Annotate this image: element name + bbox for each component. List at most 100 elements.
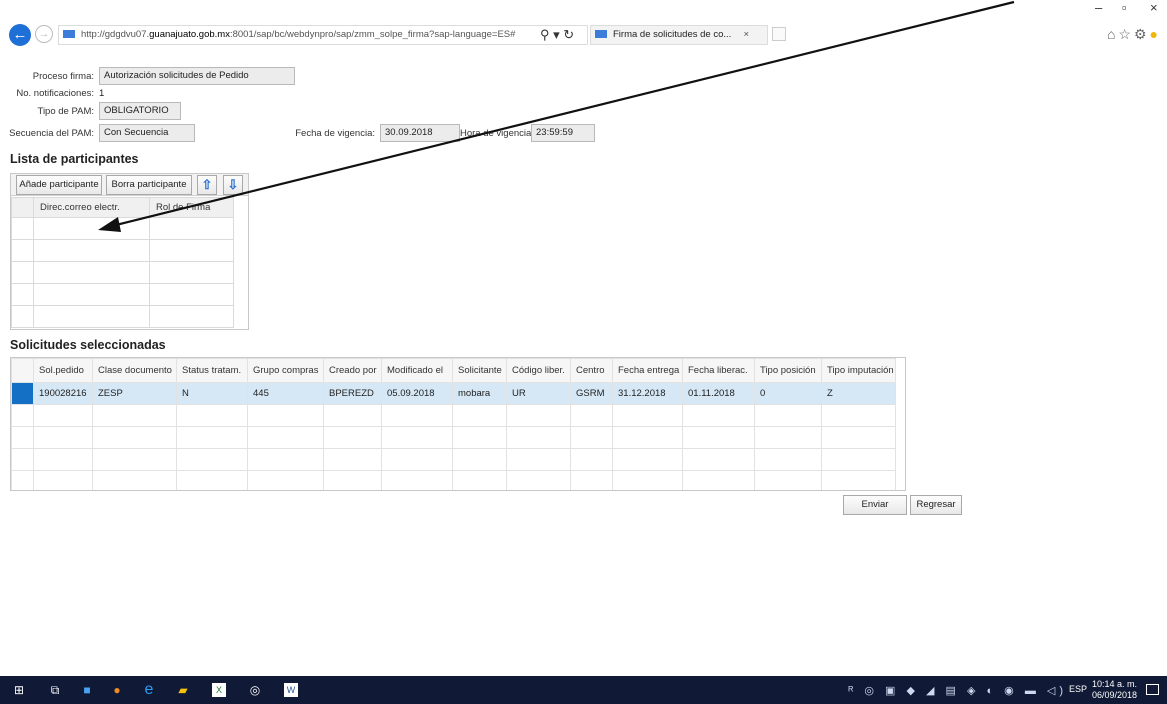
notifications-icon[interactable] bbox=[1146, 684, 1159, 695]
browser-chrome: ← → http://gdgdvu07.guanajuato.gob.mx:80… bbox=[0, 0, 1167, 58]
table-cell: UR bbox=[506, 382, 571, 405]
chrome-like-icon[interactable]: ◎ bbox=[248, 683, 262, 697]
table-row[interactable] bbox=[11, 470, 896, 490]
row-selector[interactable] bbox=[11, 448, 34, 471]
move-down-button[interactable]: ⇩ bbox=[223, 175, 243, 195]
table-cell[interactable] bbox=[33, 305, 150, 328]
table-row[interactable] bbox=[11, 283, 234, 306]
column-header[interactable]: Solicitante bbox=[452, 358, 507, 383]
column-header[interactable]: Centro bbox=[570, 358, 613, 383]
table-cell[interactable] bbox=[149, 217, 234, 240]
table-row[interactable] bbox=[11, 217, 234, 240]
favorites-star-icon[interactable]: ☆ bbox=[1118, 26, 1134, 42]
table-row[interactable] bbox=[11, 305, 234, 328]
row-selector[interactable] bbox=[11, 305, 34, 328]
tab-title: Firma de solicitudes de co... bbox=[613, 29, 732, 40]
proceso-firma-field[interactable]: Autorización solicitudes de Pedido bbox=[99, 67, 295, 85]
new-tab-button[interactable] bbox=[772, 27, 786, 41]
secuencia-pam-field[interactable]: Con Secuencia bbox=[99, 124, 195, 142]
column-header[interactable]: Creado por bbox=[323, 358, 382, 383]
table-cell[interactable] bbox=[149, 305, 234, 328]
maximize-icon[interactable]: ▫ bbox=[1122, 0, 1127, 15]
column-header[interactable]: Grupo compras bbox=[247, 358, 324, 383]
minimize-icon[interactable]: – bbox=[1095, 0, 1102, 15]
row-selector-header[interactable] bbox=[11, 197, 34, 218]
requests-title: Solicitudes seleccionadas bbox=[10, 338, 166, 352]
table-cell: mobara bbox=[452, 382, 507, 405]
back-arrow-icon[interactable]: ← bbox=[9, 24, 31, 46]
word-icon[interactable]: W bbox=[284, 683, 298, 697]
row-selector[interactable] bbox=[11, 382, 34, 405]
forward-arrow-icon[interactable]: → bbox=[35, 25, 53, 43]
table-cell[interactable] bbox=[33, 283, 150, 306]
file-explorer-icon[interactable]: ▰ bbox=[176, 683, 190, 697]
address-bar[interactable]: http://gdgdvu07.guanajuato.gob.mx:8001/s… bbox=[58, 25, 588, 45]
settings-gear-icon[interactable]: ⚙ bbox=[1134, 26, 1150, 42]
move-up-button[interactable]: ⇧ bbox=[197, 175, 217, 195]
table-cell[interactable] bbox=[149, 283, 234, 306]
column-header[interactable]: Sol.pedido bbox=[33, 358, 93, 383]
browser-toolbar-icons[interactable]: ⌂☆⚙● bbox=[1107, 26, 1161, 43]
close-window-icon[interactable]: × bbox=[1150, 0, 1158, 15]
windows-start-icon[interactable]: ⊞ bbox=[12, 683, 26, 697]
back-button[interactable]: Regresar bbox=[910, 495, 962, 515]
hora-vigencia-field[interactable]: 23:59:59 bbox=[531, 124, 595, 142]
language-indicator[interactable]: ESP bbox=[1069, 684, 1087, 694]
table-cell[interactable] bbox=[149, 239, 234, 262]
column-header[interactable]: Tipo imputación bbox=[821, 358, 896, 383]
column-header[interactable]: Modificado el bbox=[381, 358, 453, 383]
tab-close-icon[interactable]: × bbox=[743, 26, 749, 44]
home-icon[interactable]: ⌂ bbox=[1107, 26, 1118, 42]
table-row[interactable] bbox=[11, 404, 896, 427]
column-header[interactable]: Fecha entrega bbox=[612, 358, 683, 383]
row-selector[interactable] bbox=[11, 261, 34, 284]
table-cell: Z bbox=[821, 382, 896, 405]
table-cell[interactable] bbox=[33, 239, 150, 262]
row-selector[interactable] bbox=[11, 217, 34, 240]
table-row[interactable] bbox=[11, 426, 896, 449]
feedback-smiley-icon[interactable]: ● bbox=[1150, 26, 1161, 42]
table-row[interactable] bbox=[11, 448, 896, 471]
table-cell: 01.11.2018 bbox=[682, 382, 755, 405]
column-header[interactable]: Status tratam. bbox=[176, 358, 248, 383]
up-arrow-icon: ⇧ bbox=[201, 177, 213, 192]
add-participant-button[interactable]: Añade participante bbox=[16, 175, 102, 195]
delete-participant-button[interactable]: Borra participante bbox=[106, 175, 192, 195]
task-view-icon[interactable]: ⧉ bbox=[48, 683, 62, 697]
row-selector[interactable] bbox=[11, 470, 34, 490]
fecha-vigencia-field[interactable]: 30.09.2018 bbox=[380, 124, 460, 142]
table-row[interactable] bbox=[11, 239, 234, 262]
column-header[interactable]: Tipo posición bbox=[754, 358, 822, 383]
browser-tab[interactable]: Firma de solicitudes de co... × bbox=[590, 25, 768, 45]
row-selector[interactable] bbox=[11, 283, 34, 306]
column-header[interactable]: Direc.correo electr. bbox=[33, 197, 150, 218]
store-icon[interactable]: ■ bbox=[80, 683, 94, 697]
search-refresh-icons[interactable]: ⚲ ▾ ↻ bbox=[540, 27, 574, 43]
column-header[interactable]: Rol de Firma bbox=[149, 197, 234, 218]
url-rest: :8001/sap/bc/webdynpro/sap/zmm_solpe_fir… bbox=[229, 29, 516, 40]
column-header[interactable]: Código liber. bbox=[506, 358, 571, 383]
column-header[interactable]: Fecha liberac. bbox=[682, 358, 755, 383]
firefox-icon[interactable]: ● bbox=[110, 683, 124, 697]
table-row[interactable]: 190028216 ZESP N 445 BPEREZD 05.09.2018 … bbox=[11, 382, 896, 405]
internet-explorer-icon[interactable]: e bbox=[142, 682, 156, 698]
system-tray-icons[interactable]: ᴿ ◎ ▣ ◆ ◢ ▤ ◈ ◐ ◉ ▬ ◁) bbox=[848, 684, 1067, 697]
table-cell[interactable] bbox=[33, 261, 150, 284]
clock-time: 10:14 a. m. bbox=[1091, 679, 1137, 689]
excel-icon[interactable]: X bbox=[212, 683, 226, 697]
row-selector[interactable] bbox=[11, 239, 34, 262]
table-cell[interactable] bbox=[149, 261, 234, 284]
tipo-pam-field[interactable]: OBLIGATORIO bbox=[99, 102, 181, 120]
table-row[interactable] bbox=[11, 261, 234, 284]
column-header[interactable]: Clase documento bbox=[92, 358, 177, 383]
row-selector[interactable] bbox=[11, 426, 34, 449]
fecha-vigencia-label: Fecha de vigencia: bbox=[295, 128, 375, 139]
row-selector-header[interactable] bbox=[11, 358, 34, 383]
table-cell: 05.09.2018 bbox=[381, 382, 453, 405]
row-selector[interactable] bbox=[11, 404, 34, 427]
participants-title: Lista de participantes bbox=[10, 152, 139, 166]
send-button[interactable]: Enviar bbox=[843, 495, 907, 515]
clock[interactable]: 10:14 a. m. 06/09/2018 bbox=[1092, 679, 1137, 701]
table-cell: ZESP bbox=[92, 382, 177, 405]
table-cell[interactable] bbox=[33, 217, 150, 240]
